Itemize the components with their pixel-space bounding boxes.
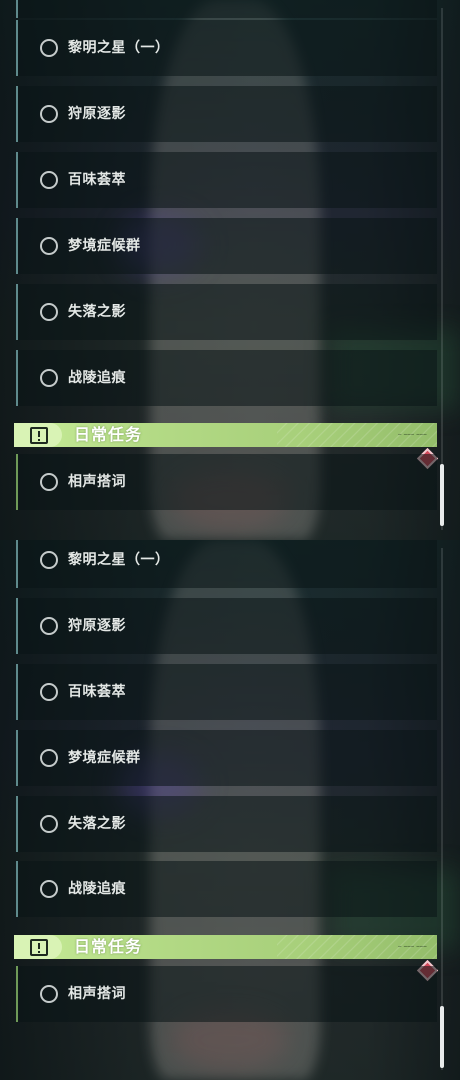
quest-item[interactable]: 战陵追痕 [16,350,437,406]
quest-status-circle-icon [40,683,58,701]
quest-status-circle-icon [40,303,58,321]
daily-quest-item[interactable]: 相声搭词 [16,966,437,1022]
quest-status-circle-icon [40,551,58,569]
quest-list[interactable]: 黎明之星（一） 狩原逐影 百味荟萃 梦境症候群 失落之影 战陵追痕 日常任务 ━… [0,540,460,1080]
daily-quest-item[interactable]: 相声搭词 [16,454,437,510]
quest-title: 相声搭词 [68,474,126,490]
quest-status-circle-icon [40,617,58,635]
header-decoration: ━ ━━━ ━━━ [398,944,427,950]
quest-title: 相声搭词 [68,986,126,1002]
daily-quest-title: 日常任务 [74,937,143,956]
quest-status-circle-icon [40,237,58,255]
quest-status-circle-icon [40,171,58,189]
quest-panel-bottom: 黎明之星（一） 狩原逐影 百味荟萃 梦境症候群 失落之影 战陵追痕 日常任务 ━… [0,540,460,1080]
quest-item[interactable]: 梦境症候群 [16,218,437,274]
quest-item[interactable]: 百味荟萃 [16,152,437,208]
scrollbar-thumb[interactable] [440,464,444,526]
quest-title: 狩原逐影 [68,106,126,122]
quest-status-circle-icon [40,105,58,123]
quest-item[interactable]: 失落之影 [16,284,437,340]
quest-item[interactable]: 黎明之星（一） [16,20,437,76]
scrollbar-thumb[interactable] [440,1006,444,1068]
quest-status-circle-icon [40,749,58,767]
quest-item[interactable]: 失落之影 [16,796,437,852]
quest-item-partial[interactable] [16,0,437,18]
quest-title: 百味荟萃 [68,684,126,700]
quest-item[interactable]: 狩原逐影 [16,86,437,142]
daily-quest-title: 日常任务 [74,425,143,444]
quest-list[interactable]: 黎明之星（一） 狩原逐影 百味荟萃 梦境症候群 失落之影 战陵追痕 日常任务 ━… [0,0,460,540]
quest-item[interactable]: 战陵追痕 [16,861,437,917]
quest-title: 黎明之星（一） [68,552,170,568]
quest-item[interactable]: 黎明之星（一） [16,540,437,588]
quest-item[interactable]: 狩原逐影 [16,598,437,654]
alert-box-icon [30,427,48,444]
quest-title: 狩原逐影 [68,618,126,634]
alert-box-icon [30,939,48,956]
quest-title: 战陵追痕 [68,881,126,897]
quest-title: 失落之影 [68,304,126,320]
quest-title: 失落之影 [68,816,126,832]
daily-icon-badge [14,935,62,959]
quest-title: 黎明之星（一） [68,40,170,56]
quest-panel-top: 黎明之星（一） 狩原逐影 百味荟萃 梦境症候群 失落之影 战陵追痕 日常任务 ━… [0,0,460,540]
quest-title: 梦境症候群 [68,238,141,254]
daily-icon-badge [14,423,62,447]
daily-quest-header: 日常任务 ━ ━━━ ━━━ [14,935,437,959]
quest-status-circle-icon [40,880,58,898]
quest-title: 战陵追痕 [68,370,126,386]
quest-item[interactable]: 百味荟萃 [16,664,437,720]
quest-status-circle-icon [40,985,58,1003]
daily-quest-header: 日常任务 ━ ━━━ ━━━ [14,423,437,447]
quest-title: 梦境症候群 [68,750,141,766]
quest-status-circle-icon [40,39,58,57]
quest-status-circle-icon [40,369,58,387]
scrollbar-track[interactable] [441,8,443,530]
quest-item[interactable]: 梦境症候群 [16,730,437,786]
header-decoration: ━ ━━━ ━━━ [398,432,427,438]
scrollbar-track[interactable] [441,548,443,1070]
quest-title: 百味荟萃 [68,172,126,188]
quest-status-circle-icon [40,815,58,833]
quest-status-circle-icon [40,473,58,491]
